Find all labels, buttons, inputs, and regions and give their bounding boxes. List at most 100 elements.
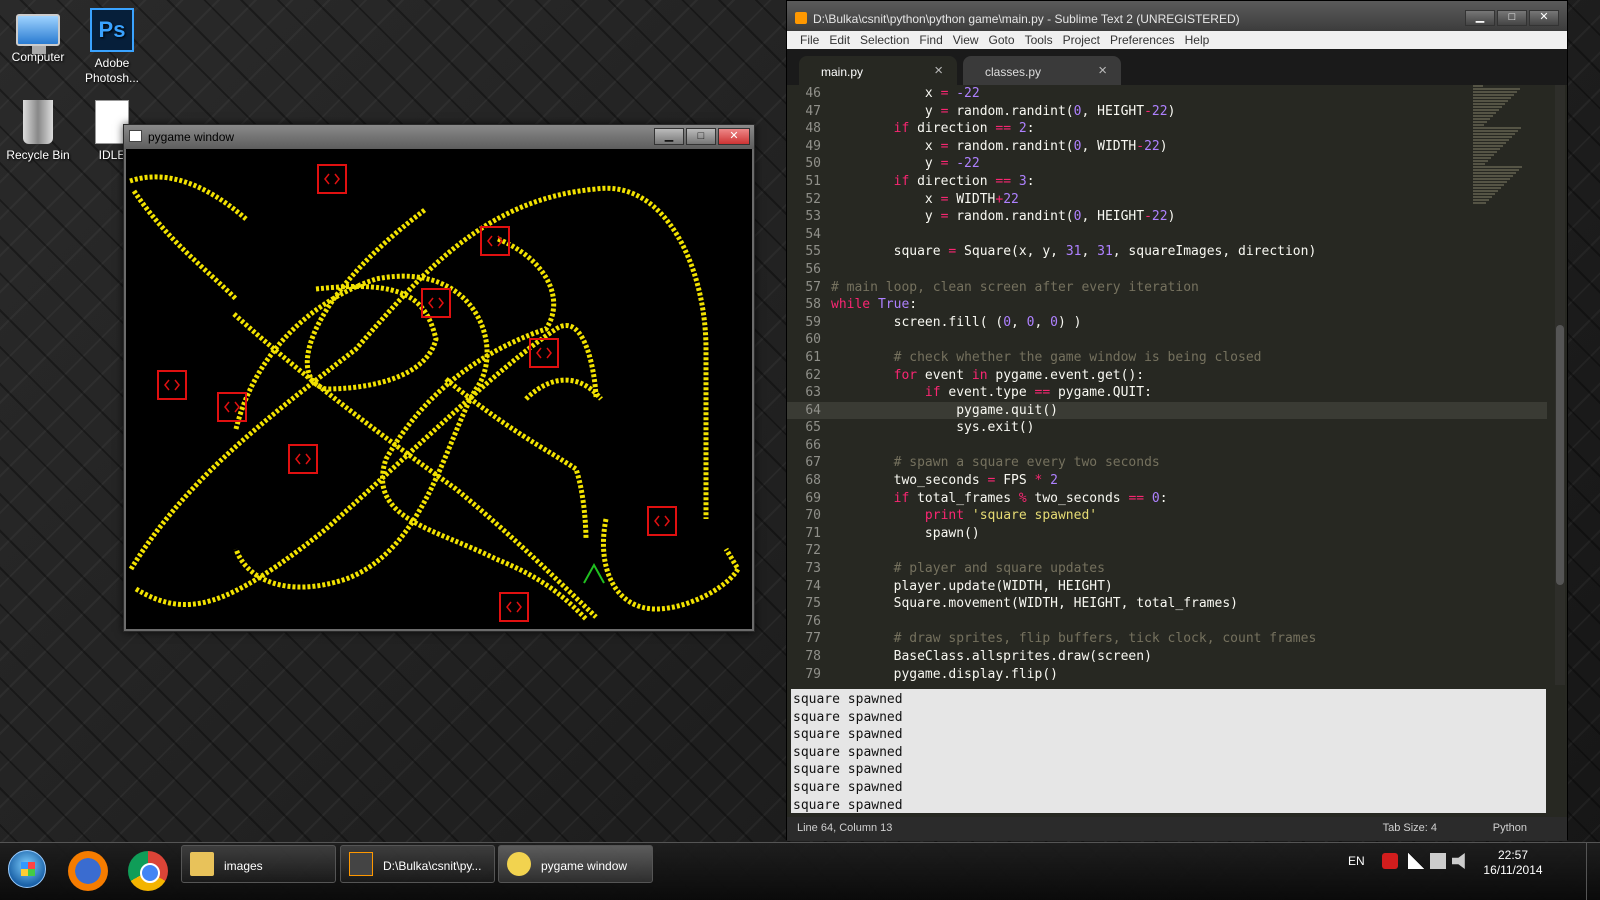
code-line[interactable]: 57 # main loop, clean screen after every … [787, 279, 1547, 297]
code-line[interactable]: 71 spawn() [787, 525, 1547, 543]
code-line[interactable]: 62 for event in pygame.event.get(): [787, 367, 1547, 385]
code-token: == [1034, 385, 1051, 401]
network-icon[interactable] [1408, 853, 1424, 869]
code-token: 'square spawned' [971, 508, 1098, 524]
code-line[interactable]: 61 # check whether the game window is be… [787, 349, 1547, 367]
code-line[interactable]: 74 player.update(WIDTH, HEIGHT) [787, 578, 1547, 596]
language-indicator[interactable]: EN [1348, 854, 1365, 868]
taskbar-item-pygame[interactable]: pygame window [498, 845, 653, 883]
chrome-icon[interactable] [128, 851, 168, 891]
close-button[interactable]: ✕ [718, 128, 750, 145]
code-token: sys.exit() [831, 420, 1035, 436]
minimap-line [1473, 157, 1491, 159]
action-center-icon[interactable] [1430, 853, 1446, 869]
minimap-line [1473, 154, 1494, 156]
pygame-titlebar[interactable]: pygame window ▁ □ ✕ [124, 125, 754, 149]
minimize-button[interactable]: ▁ [654, 128, 684, 145]
code-line[interactable]: 68 two_seconds = FPS * 2 [787, 472, 1547, 490]
code-line[interactable]: 66 [787, 437, 1547, 455]
code-token: event [917, 367, 972, 383]
code-line[interactable]: 77 # draw sprites, flip buffers, tick cl… [787, 630, 1547, 648]
taskbar-item-sublime[interactable]: D:\Bulka\csnit\py... [340, 845, 495, 883]
tab-main-py[interactable]: main.py × [799, 56, 957, 85]
sublime-window[interactable]: D:\Bulka\csnit\python\python game\main.p… [786, 0, 1568, 841]
maximize-button[interactable]: □ [1497, 10, 1527, 26]
volume-icon[interactable] [1452, 853, 1465, 869]
code-line[interactable]: 48 if direction == 2: [787, 120, 1547, 138]
code-line[interactable]: 67 # spawn a square every two seconds [787, 454, 1547, 472]
output-console[interactable]: square spawned square spawned square spawn… [791, 689, 1546, 813]
tab-classes-py[interactable]: classes.py × [963, 56, 1121, 85]
desktop-icon-recycle-bin[interactable]: Recycle Bin [0, 100, 76, 163]
menu-selection[interactable]: Selection [855, 31, 914, 49]
code-token: while [831, 297, 871, 313]
syntax-indicator[interactable]: Python [1493, 822, 1527, 834]
minimize-button[interactable]: ▁ [1465, 10, 1495, 26]
show-desktop-button[interactable] [1586, 843, 1600, 900]
code-line[interactable]: 55 square = Square(x, y, 31, 31, squareI… [787, 243, 1547, 261]
code-line[interactable]: 58 while True: [787, 296, 1547, 314]
line-number: 61 [805, 349, 821, 365]
taskbar-item-images[interactable]: images [181, 845, 336, 883]
code-line[interactable]: 60 [787, 331, 1547, 349]
code-line[interactable]: 46 x = -22 [787, 85, 1547, 103]
menu-project[interactable]: Project [1058, 31, 1105, 49]
maximize-button[interactable]: □ [686, 128, 716, 145]
code-token: random.randint( [948, 138, 1074, 154]
minimap-line [1473, 172, 1516, 174]
menu-edit[interactable]: Edit [824, 31, 855, 49]
firefox-icon[interactable] [68, 851, 108, 891]
start-button[interactable] [8, 850, 46, 888]
code-line[interactable]: 56 [787, 261, 1547, 279]
code-editor[interactable]: 46 x = -22 47 y = random.randint(0, HEIGH… [787, 85, 1547, 687]
tab-size-indicator[interactable]: Tab Size: 4 [1383, 822, 1437, 834]
menu-view[interactable]: View [948, 31, 984, 49]
tab-close-icon[interactable]: × [1098, 62, 1107, 79]
code-line[interactable]: 52 x = WIDTH+22 [787, 191, 1547, 209]
code-line[interactable]: 50 y = -22 [787, 155, 1547, 173]
minimap-line [1473, 193, 1495, 195]
line-number: 68 [805, 473, 821, 489]
code-line[interactable]: 59 screen.fill( (0, 0, 0) ) [787, 314, 1547, 332]
code-line[interactable]: 64 pygame.quit() [787, 401, 1547, 420]
code-line[interactable]: 76 [787, 613, 1547, 631]
pygame-window[interactable]: pygame window ▁ □ ✕ [123, 124, 755, 632]
minimap-line [1473, 100, 1508, 102]
code-line[interactable]: 47 y = random.randint(0, HEIGHT-22) [787, 103, 1547, 121]
tab-close-icon[interactable]: × [934, 62, 943, 79]
code-line[interactable]: 49 x = random.randint(0, WIDTH-22) [787, 138, 1547, 156]
scrollbar-thumb[interactable] [1556, 325, 1564, 585]
code-line[interactable]: 69 if total_frames % two_seconds == 0: [787, 490, 1547, 508]
menu-tools[interactable]: Tools [1020, 31, 1058, 49]
code-line[interactable]: 72 [787, 542, 1547, 560]
desktop-icon-photoshop[interactable]: Ps Adobe Photosh... [74, 8, 150, 86]
menu-preferences[interactable]: Preferences [1105, 31, 1180, 49]
code-line[interactable]: 51 if direction == 3: [787, 173, 1547, 191]
code-line[interactable]: 79 pygame.display.flip() [787, 666, 1547, 684]
line-number: 48 [805, 121, 821, 137]
code-line[interactable]: 70 print 'square spawned' [787, 507, 1547, 525]
code-line[interactable]: 78 BaseClass.allsprites.draw(screen) [787, 648, 1547, 666]
menu-file[interactable]: File [795, 31, 824, 49]
code-line[interactable]: 65 sys.exit() [787, 419, 1547, 437]
desktop-icon-computer[interactable]: Computer [0, 8, 76, 65]
minimap[interactable] [1473, 85, 1533, 245]
menu-find[interactable]: Find [914, 31, 947, 49]
menu-bar: File Edit Selection Find View Goto Tools… [787, 31, 1567, 49]
code-line[interactable]: 63 if event.type == pygame.QUIT: [787, 384, 1547, 402]
menu-goto[interactable]: Goto [984, 31, 1020, 49]
code-line[interactable]: 54 [787, 226, 1547, 244]
editor-scrollbar[interactable] [1555, 85, 1565, 685]
game-canvas[interactable] [126, 149, 752, 629]
sublime-titlebar[interactable]: D:\Bulka\csnit\python\python game\main.p… [787, 1, 1567, 31]
code-line[interactable]: 75 Square.movement(WIDTH, HEIGHT, total_… [787, 595, 1547, 613]
menu-help[interactable]: Help [1180, 31, 1215, 49]
clock[interactable]: 22:57 16/11/2014 [1478, 848, 1548, 878]
code-line[interactable]: 53 y = random.randint(0, HEIGHT-22) [787, 208, 1547, 226]
code-line[interactable]: 73 # player and square updates [787, 560, 1547, 578]
antivirus-icon[interactable] [1382, 853, 1398, 869]
close-button[interactable]: ✕ [1529, 10, 1559, 26]
code-token: screen.fill( ( [831, 314, 1004, 330]
